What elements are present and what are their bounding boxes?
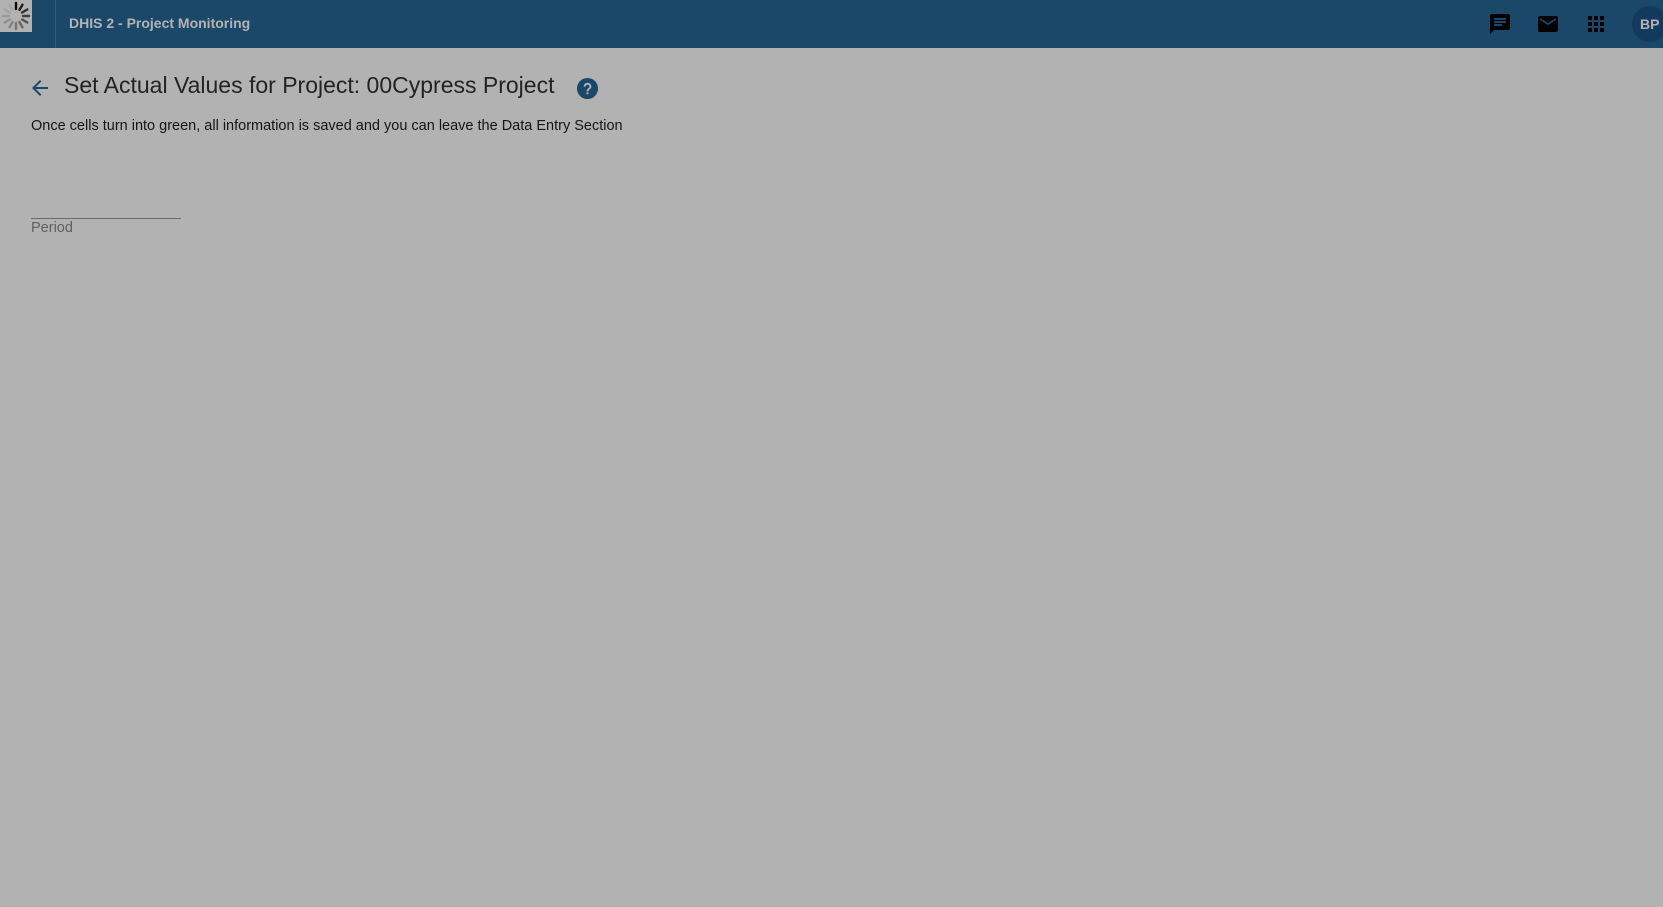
- mail-icon[interactable]: [1536, 12, 1560, 36]
- back-button[interactable]: [28, 76, 52, 100]
- page-title: Set Actual Values for Project: 00Cypress…: [64, 72, 555, 98]
- app-header: DHIS 2 - Project Monitoring BP: [0, 0, 1663, 48]
- period-label: Period: [31, 220, 73, 236]
- period-select[interactable]: Period: [31, 196, 181, 236]
- help-button[interactable]: [576, 77, 599, 100]
- period-underline: [31, 218, 181, 219]
- header-divider: [55, 0, 56, 48]
- spinner-icon: [1, 1, 31, 31]
- user-avatar[interactable]: BP: [1632, 6, 1663, 42]
- apps-grid-icon[interactable]: [1584, 12, 1608, 36]
- instructions-text: Once cells turn into green, all informat…: [31, 118, 623, 134]
- help-circle-icon: [576, 77, 599, 100]
- message-icon[interactable]: [1488, 12, 1512, 36]
- loading-spinner: [0, 0, 32, 32]
- arrow-left-icon: [32, 80, 48, 96]
- app-title: DHIS 2 - Project Monitoring: [69, 15, 251, 31]
- loading-overlay: [0, 0, 1663, 907]
